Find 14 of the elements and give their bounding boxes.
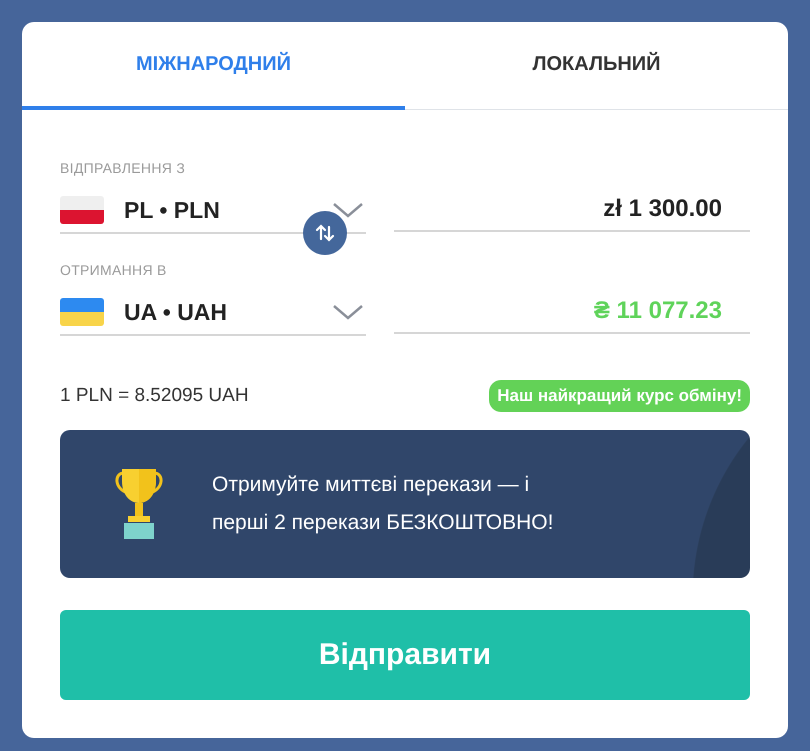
field-label: ВІДПРАВЛЕННЯ З <box>60 160 186 176</box>
chevron-down-icon <box>332 201 364 219</box>
flag-icon <box>60 196 104 224</box>
swap-button[interactable] <box>303 211 347 255</box>
field-label: ОТРИМАННЯ В <box>60 262 167 278</box>
tab[interactable]: МІЖНАРОДНИЙ <box>22 22 405 110</box>
exchange-rate: 1 PLN = 8.52095 UAH <box>60 385 249 407</box>
currency-select[interactable]: UA • UAH <box>60 290 366 336</box>
flag-icon <box>60 298 104 326</box>
chevron-down-icon <box>332 303 364 321</box>
tab[interactable]: ЛОКАЛЬНИЙ <box>405 22 788 110</box>
promo-text: Отримуйте миттєві перекази — і перші 2 перекази БЕЗКОШТОВНО! <box>212 472 554 536</box>
amount-field[interactable]: zł 1 300.00 <box>394 188 750 232</box>
best-rate-badge: Наш найкращий курс обміну! <box>489 380 750 412</box>
